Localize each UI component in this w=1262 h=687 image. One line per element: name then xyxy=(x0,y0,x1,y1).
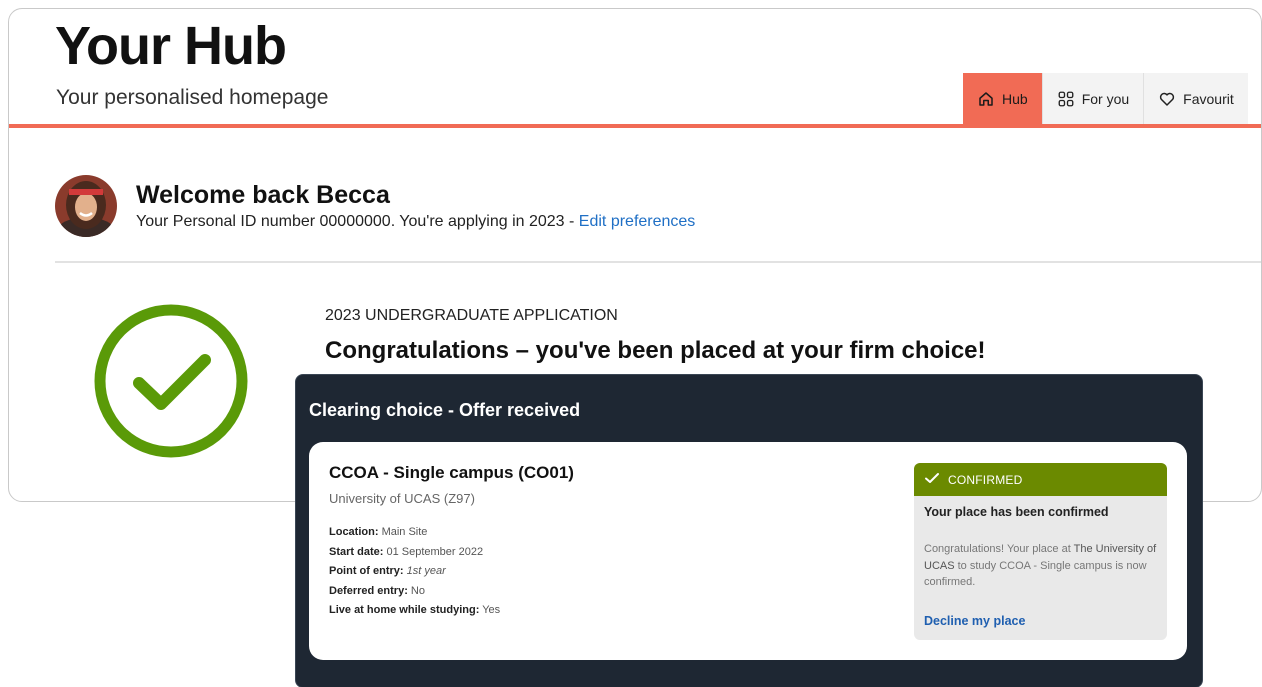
detail-point-of-entry: Point of entry: 1st year xyxy=(329,565,446,578)
detail-start-date: Start date: 01 September 2022 xyxy=(329,545,484,558)
avatar xyxy=(55,175,117,237)
check-icon xyxy=(924,470,940,489)
applying-year: You're applying in 2023 - xyxy=(399,213,575,230)
tab-label: For you xyxy=(1081,90,1130,107)
offer-card: CCOA - Single campus (CO01) University o… xyxy=(309,442,1187,660)
status-box: CONFIRMED Your place has been confirmed … xyxy=(914,463,1167,640)
decline-place-link[interactable]: Decline my place xyxy=(924,614,1025,628)
heart-icon xyxy=(1158,90,1176,108)
page-title: Your Hub xyxy=(55,16,287,76)
course-provider: University of UCAS (Z97) xyxy=(329,491,475,506)
clearing-panel: Clearing choice - Offer received CCOA - … xyxy=(295,374,1203,687)
status-badge: CONFIRMED xyxy=(914,463,1167,496)
detail-deferred-entry: Deferred entry: No xyxy=(329,584,425,597)
welcome-details: Your Personal ID number 00000000. You're… xyxy=(136,213,695,231)
clearing-title: Clearing choice - Offer received xyxy=(309,400,581,420)
status-title: Your place has been confirmed xyxy=(924,505,1109,519)
page-subtitle: Your personalised homepage xyxy=(56,86,329,109)
status-badge-label: CONFIRMED xyxy=(948,472,1023,487)
tab-label: Favourit xyxy=(1183,90,1234,107)
application-title: Congratulations – you've been placed at … xyxy=(325,337,986,364)
course-title: CCOA - Single campus (CO01) xyxy=(329,463,574,482)
tab-hub[interactable]: Hub xyxy=(963,73,1042,124)
divider xyxy=(55,261,1261,263)
tab-bar: Hub For you Favourit xyxy=(963,73,1248,124)
success-check-icon xyxy=(93,303,249,459)
course-details: Location: Main Site Start date: 01 Septe… xyxy=(329,523,500,621)
status-text: Congratulations! Your place at The Unive… xyxy=(924,543,1157,588)
personal-id: Your Personal ID number 00000000. xyxy=(136,213,396,230)
tab-label: Hub xyxy=(1002,90,1028,107)
tab-for-you[interactable]: For you xyxy=(1041,73,1144,124)
edit-preferences-link[interactable]: Edit preferences xyxy=(579,213,696,230)
detail-live-at-home: Live at home while studying: Yes xyxy=(329,604,501,617)
tab-favourites[interactable]: Favourit xyxy=(1143,73,1248,124)
welcome-title: Welcome back Becca xyxy=(136,181,390,209)
detail-location: Location: Main Site xyxy=(329,526,428,538)
header-accent-line xyxy=(9,124,1261,128)
grid-icon xyxy=(1057,90,1075,108)
home-icon xyxy=(977,90,995,108)
application-heading: 2023 UNDERGRADUATE APPLICATION xyxy=(325,307,618,324)
